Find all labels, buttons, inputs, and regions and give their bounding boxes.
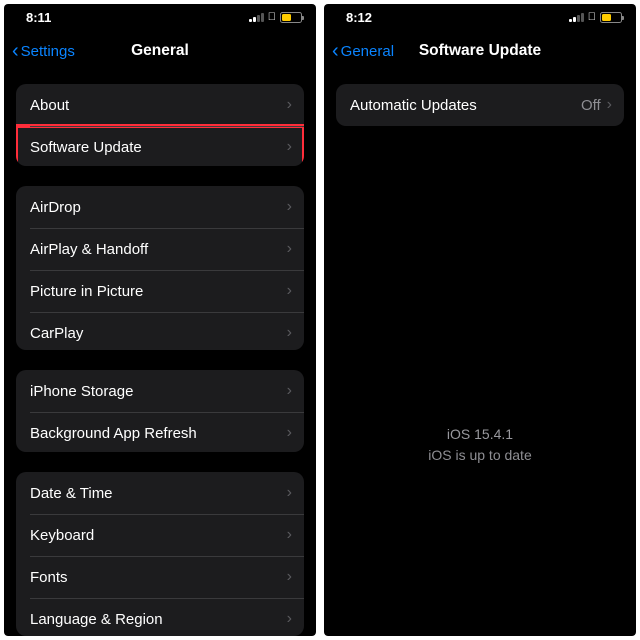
row-keyboard[interactable]: Keyboard › (16, 514, 304, 556)
row-label: Keyboard (30, 527, 287, 544)
row-background-app-refresh[interactable]: Background App Refresh › (16, 412, 304, 452)
row-carplay[interactable]: CarPlay › (16, 312, 304, 350)
list-group: iPhone Storage › Background App Refresh … (16, 370, 304, 452)
update-status-text: iOS is up to date (336, 445, 624, 466)
cellular-icon (569, 12, 584, 22)
list-group: About › Software Update › (16, 84, 304, 166)
status-indicators: 􀙇 (249, 11, 302, 23)
chevron-right-icon: › (287, 96, 292, 114)
status-time: 8:12 (346, 10, 372, 25)
wifi-icon: 􀙇 (268, 11, 276, 23)
row-label: About (30, 97, 287, 114)
settings-list[interactable]: About › Software Update › AirDrop › AirP… (4, 72, 316, 636)
row-label: Software Update (30, 139, 287, 156)
battery-icon (600, 12, 622, 23)
row-value: Off (581, 97, 601, 114)
chevron-right-icon: › (287, 138, 292, 156)
row-label: AirDrop (30, 199, 287, 216)
back-label: Settings (21, 43, 75, 60)
back-label: General (341, 43, 394, 60)
row-label: Automatic Updates (350, 97, 581, 114)
row-label: Date & Time (30, 485, 287, 502)
list-group: AirDrop › AirPlay & Handoff › Picture in… (16, 186, 304, 350)
row-picture-in-picture[interactable]: Picture in Picture › (16, 270, 304, 312)
status-indicators: 􀙇 (569, 11, 622, 23)
list-group: Date & Time › Keyboard › Fonts › Languag… (16, 472, 304, 636)
chevron-right-icon: › (287, 282, 292, 300)
back-button[interactable]: ‹ Settings (12, 30, 75, 72)
row-label: iPhone Storage (30, 383, 287, 400)
nav-bar: ‹ General Software Update (324, 30, 636, 72)
nav-bar: ‹ Settings General (4, 30, 316, 72)
chevron-right-icon: › (287, 240, 292, 258)
row-date-time[interactable]: Date & Time › (16, 472, 304, 514)
phone-left: 8:11 􀙇 ‹ Settings General About › Softwa… (4, 4, 316, 636)
row-label: CarPlay (30, 325, 287, 342)
chevron-right-icon: › (607, 96, 612, 114)
ios-version: iOS 15.4.1 (336, 424, 624, 445)
chevron-right-icon: › (287, 526, 292, 544)
row-automatic-updates[interactable]: Automatic Updates Off › (336, 84, 624, 126)
row-about[interactable]: About › (16, 84, 304, 126)
status-time: 8:11 (26, 10, 51, 25)
back-button[interactable]: ‹ General (332, 30, 394, 72)
row-airdrop[interactable]: AirDrop › (16, 186, 304, 228)
row-label: Background App Refresh (30, 425, 287, 442)
row-fonts[interactable]: Fonts › (16, 556, 304, 598)
chevron-right-icon: › (287, 424, 292, 442)
chevron-right-icon: › (287, 610, 292, 628)
row-label: Fonts (30, 569, 287, 586)
row-airplay-handoff[interactable]: AirPlay & Handoff › (16, 228, 304, 270)
chevron-right-icon: › (287, 568, 292, 586)
row-language-region[interactable]: Language & Region › (16, 598, 304, 636)
chevron-right-icon: › (287, 324, 292, 342)
status-bar: 8:12 􀙇 (324, 4, 636, 30)
chevron-left-icon: ‹ (12, 41, 19, 61)
row-label: Language & Region (30, 611, 287, 628)
row-software-update[interactable]: Software Update › (16, 126, 304, 166)
chevron-right-icon: › (287, 484, 292, 502)
status-bar: 8:11 􀙇 (4, 4, 316, 30)
wifi-icon: 􀙇 (588, 11, 596, 23)
row-label: AirPlay & Handoff (30, 241, 287, 258)
page-title: Software Update (419, 42, 541, 60)
update-status: iOS 15.4.1 iOS is up to date (336, 424, 624, 466)
chevron-right-icon: › (287, 382, 292, 400)
cellular-icon (249, 12, 264, 22)
list-group: Automatic Updates Off › (336, 84, 624, 126)
row-iphone-storage[interactable]: iPhone Storage › (16, 370, 304, 412)
chevron-left-icon: ‹ (332, 41, 339, 61)
settings-list[interactable]: Automatic Updates Off › iOS 15.4.1 iOS i… (324, 72, 636, 636)
page-title: General (131, 42, 189, 60)
row-label: Picture in Picture (30, 283, 287, 300)
battery-icon (280, 12, 302, 23)
chevron-right-icon: › (287, 198, 292, 216)
phone-right: 8:12 􀙇 ‹ General Software Update Automat… (324, 4, 636, 636)
